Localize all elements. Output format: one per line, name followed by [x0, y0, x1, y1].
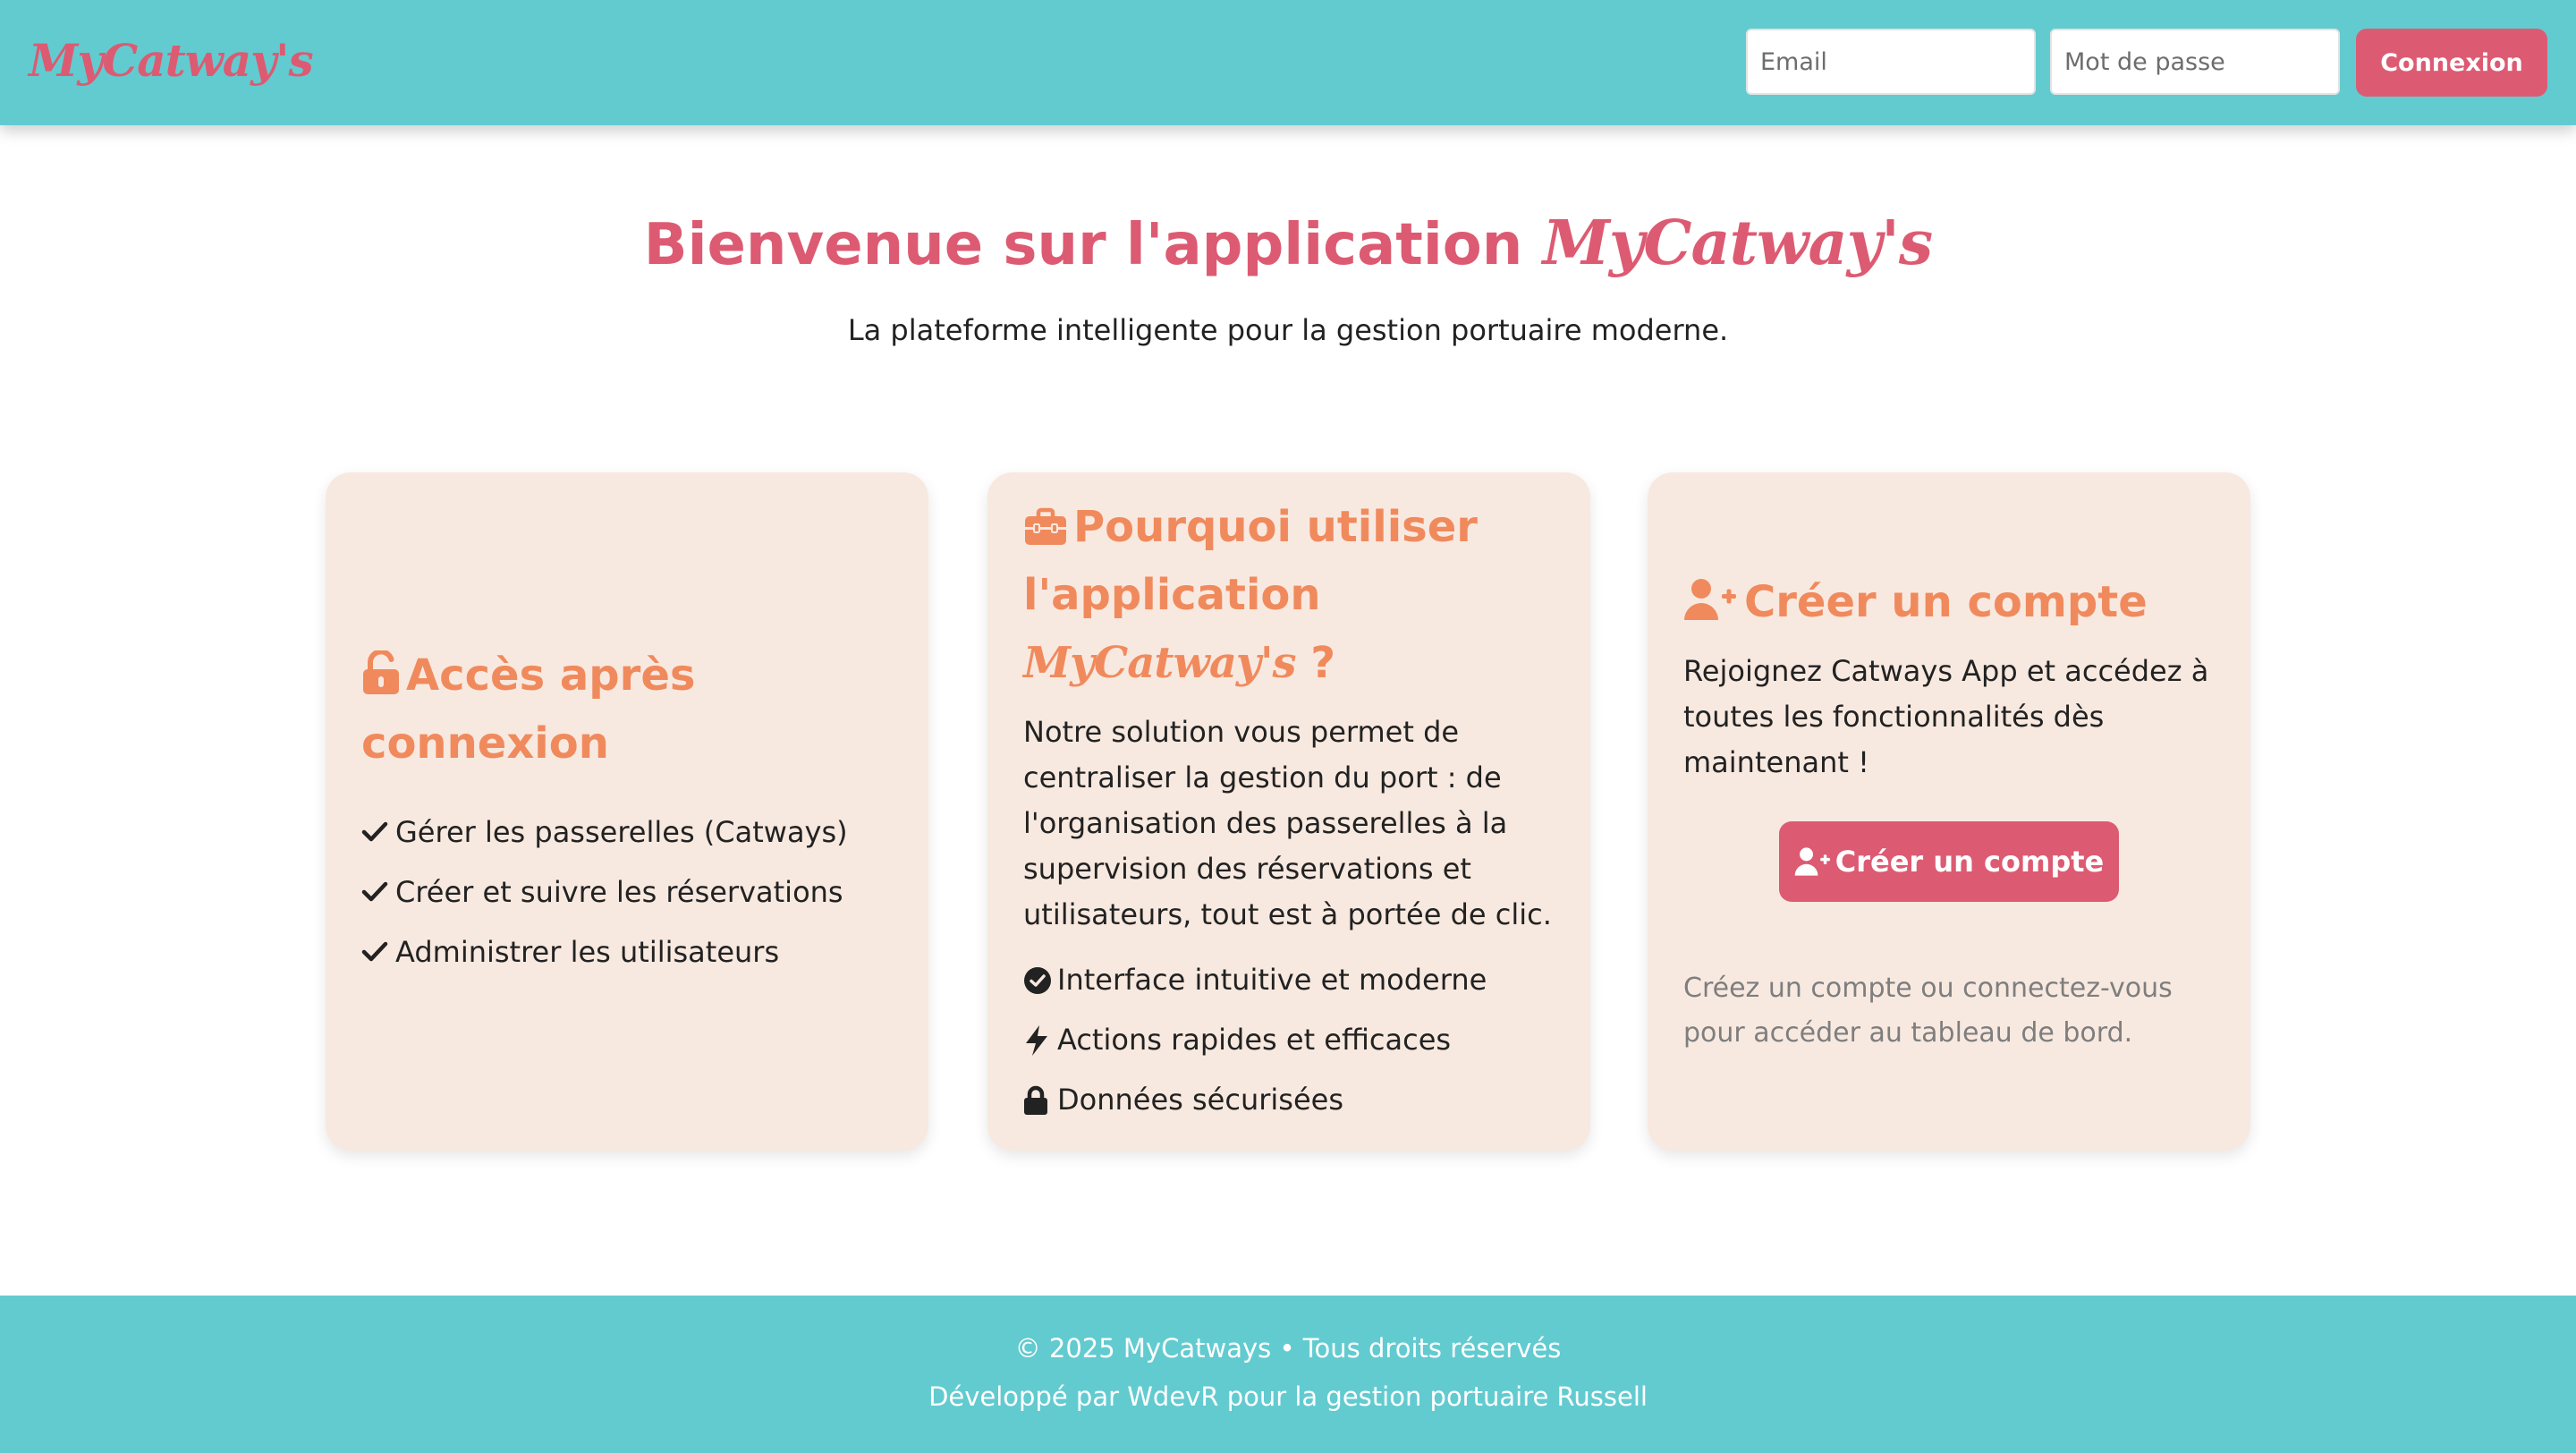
password-input[interactable]	[2050, 29, 2340, 95]
top-header: MyCatway's Connexion	[0, 0, 2576, 125]
page-title-text: Bienvenue sur l'application	[643, 212, 1523, 278]
signup-card-description: Rejoignez Catways App et accédez à toute…	[1683, 653, 2209, 779]
access-feature-list: Gérer les passerelles (Catways) Créer et…	[361, 803, 893, 982]
page-title: Bienvenue sur l'application MyCatway's	[0, 208, 2576, 279]
signup-hint: Créez un compte ou connectez-vous pour a…	[1683, 972, 2173, 1049]
list-item-label: Gérer les passerelles (Catways)	[395, 814, 848, 849]
access-card: Accès après connexion Gérer les passerel…	[326, 472, 928, 1151]
list-item: Gérer les passerelles (Catways)	[361, 803, 893, 862]
bolt-icon	[1023, 1024, 1054, 1057]
why-card-title: Pourquoi utiliser l'application MyCatway…	[1023, 493, 1555, 697]
list-item: Actions rapides et efficaces	[1023, 1010, 1555, 1070]
footer-copyright: © 2025 MyCatways • Tous droits réservés	[1014, 1333, 1562, 1364]
list-item: Données sécurisées	[1023, 1070, 1555, 1130]
login-button[interactable]: Connexion	[2356, 29, 2547, 97]
list-item-label: Interface intuitive et moderne	[1057, 963, 1487, 997]
list-item-label: Actions rapides et efficaces	[1057, 1023, 1452, 1057]
why-card-title-brand: MyCatway's	[1023, 638, 1297, 688]
check-icon	[361, 940, 392, 964]
lock-icon	[1023, 1085, 1054, 1116]
toolbox-icon	[1023, 507, 1068, 547]
create-account-button[interactable]: Créer un compte	[1779, 820, 2119, 902]
brand-logo[interactable]: MyCatway's	[29, 34, 314, 87]
user-plus-icon	[1794, 846, 1832, 877]
list-item: Administrer les utilisateurs	[361, 922, 893, 982]
signup-card: Créer un compte Rejoignez Catways App et…	[1648, 472, 2250, 1151]
page-footer: © 2025 MyCatways • Tous droits réservés …	[0, 1296, 2576, 1453]
check-circle-icon	[1023, 966, 1054, 995]
access-card-title-text: Accès après connexion	[361, 650, 696, 769]
user-plus-icon	[1683, 577, 1739, 622]
list-item-label: Créer et suivre les réservations	[395, 874, 843, 909]
signup-card-title: Créer un compte	[1683, 568, 2215, 636]
why-card-description: Notre solution vous permet de centralise…	[1023, 715, 1552, 931]
signup-card-title-text: Créer un compte	[1744, 576, 2148, 627]
list-item: Créer et suivre les réservations	[361, 862, 893, 922]
check-icon	[361, 880, 392, 904]
list-item-label: Données sécurisées	[1057, 1083, 1343, 1117]
email-input[interactable]	[1746, 29, 2036, 95]
check-icon	[361, 820, 392, 844]
why-card: Pourquoi utiliser l'application MyCatway…	[987, 472, 1590, 1151]
list-item: Interface intuitive et moderne	[1023, 950, 1555, 1010]
why-card-title-suffix: ?	[1310, 638, 1336, 688]
why-card-title-text: Pourquoi utiliser l'application	[1023, 502, 1478, 620]
page-title-brand: MyCatway's	[1542, 208, 1934, 279]
footer-credits: Développé par WdevR pour la gestion port…	[928, 1381, 1648, 1412]
why-feature-list: Interface intuitive et moderne Actions r…	[1023, 950, 1555, 1130]
list-item-label: Administrer les utilisateurs	[395, 934, 780, 969]
create-account-button-label: Créer un compte	[1835, 844, 2105, 879]
page-subtitle: La plateforme intelligente pour la gesti…	[847, 313, 1729, 347]
access-card-title: Accès après connexion	[361, 642, 893, 777]
unlock-icon	[361, 650, 401, 695]
